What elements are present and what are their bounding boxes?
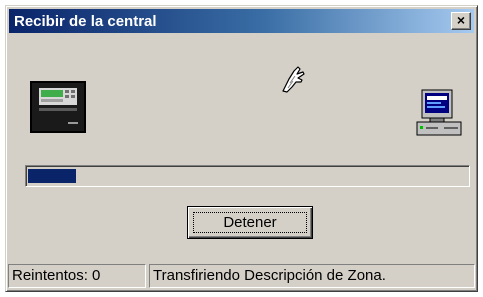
close-button[interactable]: × [451,12,471,30]
stop-button-label: Detener [223,214,277,231]
progress-fill [28,169,76,183]
window-title: Recibir de la central [14,13,157,30]
title-bar[interactable]: Recibir de la central × [9,9,474,33]
transfer-status-message: Transfiriendo Descripción de Zona. [149,264,475,288]
hand-pointer-icon [282,66,305,93]
progress-bar [25,165,470,187]
stop-button[interactable]: Detener [187,206,313,239]
status-bar: Reintentos: 0 Transfiriendo Descripción … [8,264,475,288]
transfer-dialog: Recibir de la central × Detener Reintent… [5,5,478,292]
computer-icon [416,89,462,136]
retries-status: Reintentos: 0 [8,264,146,288]
fire-alarm-panel-icon [30,81,86,133]
